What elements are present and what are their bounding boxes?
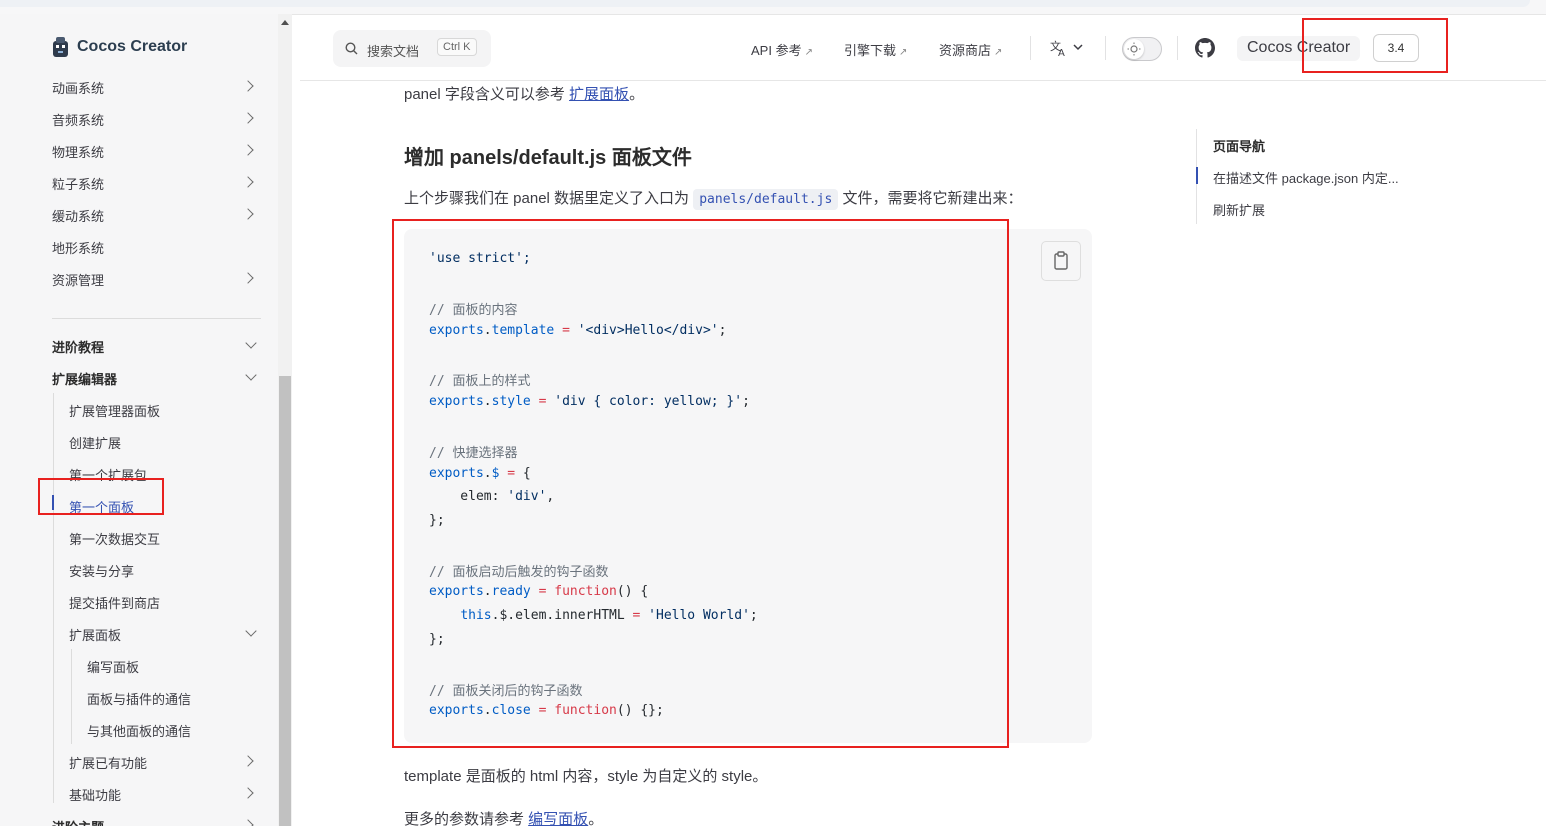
external-link-icon: ↗: [994, 47, 1003, 58]
cocos-logo-icon: [52, 36, 69, 58]
sidebar-item-create-ext[interactable]: 创建扩展: [69, 433, 121, 452]
chevron-down-icon[interactable]: [245, 337, 257, 349]
sidebar: Cocos Creator 动画系统 音频系统 物理系统 粒子系统 缓动系统 地…: [0, 14, 278, 826]
intro-paragraph: panel 字段含义可以参考 扩展面板。: [404, 83, 644, 104]
section-heading: 增加 panels/default.js 面板文件: [404, 147, 692, 169]
search-button[interactable]: 搜索文档 Ctrl K: [333, 30, 491, 67]
sidebar-item-ext-manager[interactable]: 扩展管理器面板: [69, 401, 160, 420]
clipboard-icon: [1054, 251, 1068, 270]
aside-active-marker: [1196, 167, 1198, 184]
chevron-right-icon[interactable]: [242, 112, 254, 124]
scrollbar-thumb[interactable]: [279, 376, 291, 826]
nav-link-store-label: 资源商店: [939, 43, 992, 58]
nav-link-api-label: API 参考: [751, 43, 802, 58]
sidebar-item-panel-plugin-comm[interactable]: 面板与插件的通信: [87, 689, 191, 708]
sidebar-item-panel-panel-comm[interactable]: 与其他面板的通信: [87, 721, 191, 740]
sidebar-item-ext-panel[interactable]: 扩展面板: [69, 625, 121, 644]
sidebar-item-tween[interactable]: 缓动系统: [52, 206, 104, 225]
chevron-right-icon[interactable]: [242, 819, 254, 826]
inline-code: panels/default.js: [693, 189, 839, 210]
sidebar-item-physics[interactable]: 物理系统: [52, 142, 104, 161]
chevron-right-icon[interactable]: [242, 208, 254, 220]
annotation-box: [38, 478, 164, 515]
nav-link-api[interactable]: API 参考 ↗: [751, 40, 813, 59]
more-text: 更多的参数请参考: [404, 811, 529, 828]
search-icon: [345, 42, 358, 60]
chevron-down-icon[interactable]: [245, 369, 257, 381]
sidebar-item-animation[interactable]: 动画系统: [52, 78, 104, 97]
chevron-right-icon[interactable]: [242, 80, 254, 92]
more-suffix: 。: [588, 811, 604, 828]
external-link-icon: ↗: [899, 47, 908, 58]
sidebar-item-audio[interactable]: 音频系统: [52, 110, 104, 129]
sidebar-item-extension-editor[interactable]: 扩展编辑器: [52, 369, 117, 388]
sidebar-item-submit-store[interactable]: 提交插件到商店: [69, 593, 160, 612]
sidebar-indent-line: [53, 393, 54, 803]
nav-link-engine-label: 引擎下载: [844, 43, 897, 58]
browser-top-strip: [0, 0, 1546, 15]
sidebar-section-advanced[interactable]: 进阶教程: [52, 337, 104, 356]
sidebar-divider: [52, 318, 261, 319]
sun-icon: [1124, 39, 1144, 59]
page-nav-title: 页面导航: [1213, 139, 1266, 154]
after-code-paragraph: template 是面板的 html 内容，style 为自定义的 style。: [404, 768, 768, 785]
sidebar-item-install-share[interactable]: 安装与分享: [69, 561, 134, 580]
sidebar-scrollbar[interactable]: [278, 14, 292, 826]
search-shortcut-badge: Ctrl K: [437, 38, 477, 56]
top-strip-bar: [0, 0, 1530, 7]
translate-icon: 文 A: [1050, 39, 1083, 59]
link-ext-panel[interactable]: 扩展面板: [569, 86, 629, 103]
scroll-up-arrow-icon[interactable]: [281, 20, 289, 25]
language-switcher[interactable]: 文 A: [1050, 38, 1086, 63]
page-nav-item[interactable]: 在描述文件 package.json 内定...: [1213, 168, 1399, 187]
sidebar-logo[interactable]: Cocos Creator: [52, 36, 187, 58]
external-link-icon: ↗: [804, 47, 813, 58]
sidebar-item-extend-existing[interactable]: 扩展已有功能: [69, 753, 147, 772]
nav-separator: [1105, 36, 1106, 60]
intro-suffix: 。: [629, 86, 645, 103]
sidebar-item-terrain[interactable]: 地形系统: [52, 238, 104, 257]
chevron-right-icon[interactable]: [242, 144, 254, 156]
desc-suffix: 文件，需要将它新建出来：: [838, 190, 1023, 207]
sidebar-item-first-data[interactable]: 第一次数据交互: [69, 529, 160, 548]
desc-text: 上个步骤我们在 panel 数据里定义了入口为: [404, 190, 694, 207]
intro-text: panel 字段含义可以参考: [404, 86, 570, 103]
chevron-down-icon[interactable]: [245, 625, 257, 637]
nav-link-store[interactable]: 资源商店 ↗: [939, 40, 1002, 59]
page-nav-item[interactable]: 刷新扩展: [1213, 200, 1265, 219]
svg-text:A: A: [1058, 48, 1065, 58]
sidebar-item-assets[interactable]: 资源管理: [52, 270, 104, 289]
annotation-box: [1302, 18, 1448, 73]
link-write-panel[interactable]: 编写面板: [528, 811, 588, 828]
chevron-right-icon[interactable]: [242, 787, 254, 799]
desc-paragraph: 上个步骤我们在 panel 数据里定义了入口为 panels/default.j…: [404, 187, 1023, 210]
chevron-right-icon[interactable]: [242, 755, 254, 767]
nav-separator: [1030, 36, 1031, 60]
nav-link-engine[interactable]: 引擎下载 ↗: [844, 40, 907, 59]
sidebar-item-basics[interactable]: 基础功能: [69, 785, 121, 804]
annotation-box: [392, 219, 1009, 748]
sidebar-item-advanced-topics[interactable]: 进阶主题: [52, 817, 104, 826]
search-placeholder: 搜索文档: [367, 44, 420, 59]
theme-toggle[interactable]: [1122, 37, 1162, 61]
sidebar-item-write-panel[interactable]: 编写面板: [87, 657, 139, 676]
logo-title: Cocos Creator: [77, 38, 188, 55]
chevron-right-icon[interactable]: [242, 176, 254, 188]
sidebar-item-particles[interactable]: 粒子系统: [52, 174, 104, 193]
github-icon[interactable]: [1195, 38, 1215, 63]
sidebar-subindent-line: [71, 649, 72, 744]
chevron-right-icon[interactable]: [242, 272, 254, 284]
copy-code-button[interactable]: [1041, 241, 1081, 281]
nav-border: [300, 80, 1546, 81]
nav-separator: [1177, 36, 1178, 60]
